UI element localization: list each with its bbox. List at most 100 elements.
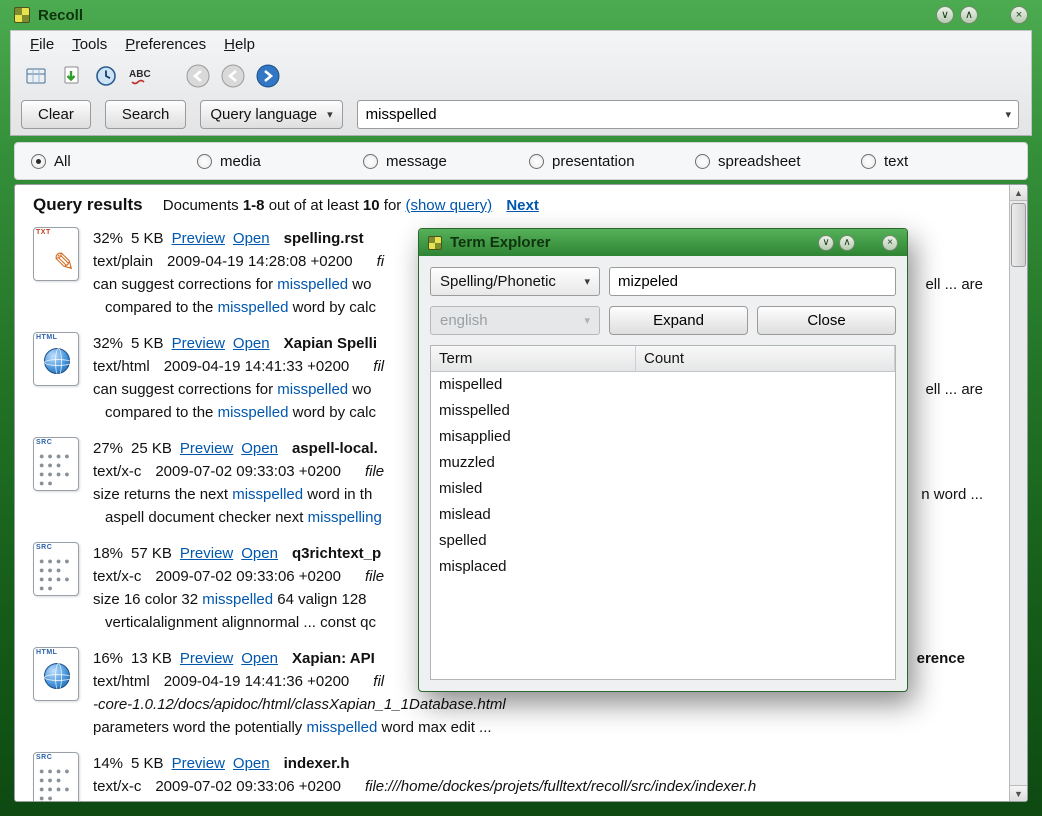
filter-presentation[interactable]: presentation [529, 153, 695, 170]
term-row[interactable]: misspelled [431, 398, 895, 424]
filter-text[interactable]: text [861, 153, 1027, 170]
filter-label: media [220, 153, 261, 170]
preview-link[interactable]: Preview [180, 440, 233, 457]
term-row[interactable]: misplaced [431, 554, 895, 580]
relevance: 32% [93, 335, 123, 352]
radio-icon[interactable] [197, 154, 212, 169]
filter-all[interactable]: All [31, 153, 197, 170]
radio-icon[interactable] [363, 154, 378, 169]
expansion-mode-value: Spelling/Phonetic [440, 273, 556, 290]
open-link[interactable]: Open [241, 545, 278, 562]
chevron-down-icon: ▾ [584, 275, 590, 288]
window-titlebar: Recoll ∨ ∧ × [0, 0, 1042, 30]
result-url: fil [373, 673, 384, 690]
result-title: spelling.rst [284, 230, 364, 247]
next-page-link[interactable]: Next [506, 197, 539, 214]
result-url: fi [377, 253, 385, 270]
term-input[interactable] [609, 267, 896, 296]
svg-text:ABC: ABC [129, 69, 151, 80]
menu-file[interactable]: File [21, 34, 63, 55]
result-title-line: 14%5 KBPreviewOpenindexer.h [93, 752, 1009, 775]
term-row[interactable]: spelled [431, 528, 895, 554]
unshade-window-button[interactable]: ∧ [839, 235, 855, 251]
close-window-button[interactable]: × [882, 235, 898, 251]
query-input[interactable] [357, 100, 1019, 129]
show-query-link[interactable]: (show query) [405, 197, 492, 214]
filter-spreadsheet[interactable]: spreadsheet [695, 153, 861, 170]
page-first-icon[interactable] [185, 63, 211, 89]
count-column-header[interactable]: Count [636, 346, 895, 371]
scroll-up-icon[interactable]: ▲ [1010, 185, 1027, 201]
file-size: 13 KB [131, 650, 172, 667]
globe-icon [44, 663, 70, 689]
clear-button[interactable]: Clear [21, 100, 91, 129]
filter-media[interactable]: media [197, 153, 363, 170]
menu-preferences[interactable]: Preferences [116, 34, 215, 55]
shade-window-button[interactable]: ∨ [936, 6, 954, 24]
expansion-mode-combo[interactable]: Spelling/Phonetic ▾ [430, 267, 600, 296]
close-button[interactable]: Close [757, 306, 896, 335]
history-clock-icon[interactable] [93, 63, 119, 89]
radio-icon[interactable] [529, 154, 544, 169]
preview-link[interactable]: Preview [180, 545, 233, 562]
term-column-header[interactable]: Term [431, 346, 636, 371]
preview-link[interactable]: Preview [172, 755, 225, 772]
page-prev-icon[interactable] [220, 63, 246, 89]
scroll-down-icon[interactable]: ▼ [1010, 785, 1027, 801]
term-row[interactable]: misapplied [431, 424, 895, 450]
search-button[interactable]: Search [105, 100, 187, 129]
query-mode-combo[interactable]: Query language ▾ [200, 100, 342, 129]
snippet-line: parameters word the potentially misspell… [93, 716, 1009, 739]
chevron-down-icon[interactable]: ▾ [1005, 108, 1011, 121]
term-row[interactable]: misled [431, 476, 895, 502]
result-title: indexer.h [284, 755, 350, 772]
radio-icon[interactable] [861, 154, 876, 169]
erase-search-icon[interactable] [23, 63, 49, 89]
save-query-icon[interactable] [58, 63, 84, 89]
source-file-icon: SRC ●●●●●●●●●●●●● [33, 437, 79, 491]
result-url: fil [373, 358, 384, 375]
preview-link[interactable]: Preview [172, 230, 225, 247]
result-meta-line: text/x-c2009-07-02 09:33:06 +0200file://… [93, 775, 1009, 798]
filter-label: text [884, 153, 908, 170]
results-scrollbar[interactable]: ▲ ▼ [1009, 185, 1027, 801]
open-link[interactable]: Open [233, 755, 270, 772]
result-url: file [365, 568, 384, 585]
unshade-window-button[interactable]: ∧ [960, 6, 978, 24]
page-next-icon[interactable] [255, 63, 281, 89]
open-link[interactable]: Open [241, 650, 278, 667]
html-file-icon: HTML [33, 647, 79, 701]
file-size: 5 KB [131, 335, 164, 352]
dialog-title: Term Explorer [450, 234, 551, 251]
result-title: Xapian: API [292, 650, 375, 667]
filter-label: All [54, 153, 71, 170]
expand-button[interactable]: Expand [609, 306, 748, 335]
preview-link[interactable]: Preview [180, 650, 233, 667]
filter-message[interactable]: message [363, 153, 529, 170]
term-row[interactable]: mislead [431, 502, 895, 528]
shade-window-button[interactable]: ∨ [818, 235, 834, 251]
open-link[interactable]: Open [233, 335, 270, 352]
menu-tools[interactable]: Tools [63, 34, 116, 55]
close-window-button[interactable]: × [1010, 6, 1028, 24]
query-mode-label: Query language [210, 106, 317, 123]
text-file-icon: TXT ✎ [33, 227, 79, 281]
term-table: Term Count mispelled misspelled misappli… [430, 345, 896, 680]
toolbar: ABC [11, 58, 1031, 94]
pencil-icon: ✎ [53, 247, 75, 278]
app-icon [428, 236, 442, 250]
result-title: aspell-local. [292, 440, 378, 457]
spellcheck-icon[interactable]: ABC [128, 63, 154, 89]
filter-label: spreadsheet [718, 153, 801, 170]
results-range: 1-8 [243, 197, 265, 214]
term-row[interactable]: mispelled [431, 372, 895, 398]
preview-link[interactable]: Preview [172, 335, 225, 352]
scrollbar-thumb[interactable] [1011, 203, 1026, 267]
term-row[interactable]: muzzled [431, 450, 895, 476]
open-link[interactable]: Open [233, 230, 270, 247]
radio-icon[interactable] [31, 154, 46, 169]
dialog-titlebar[interactable]: Term Explorer ∨ ∧ × [419, 229, 907, 256]
radio-icon[interactable] [695, 154, 710, 169]
open-link[interactable]: Open [241, 440, 278, 457]
menu-help[interactable]: Help [215, 34, 264, 55]
